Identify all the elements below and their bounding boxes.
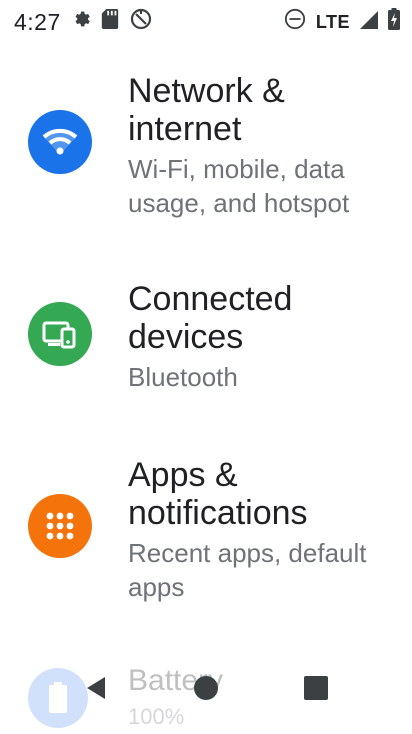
- title-line: notifications: [128, 494, 308, 532]
- status-left: 4:27: [14, 7, 153, 37]
- title-line: Connected: [128, 280, 293, 318]
- setting-apps-notifications-text: Apps & notifications Recent apps, defaul…: [128, 456, 392, 604]
- setting-title: Network & internet: [128, 72, 392, 148]
- subtitle-line: Wi-Fi, mobile, data: [128, 154, 345, 184]
- subtitle-line: usage, and hotspot: [128, 188, 350, 218]
- home-button[interactable]: [186, 670, 226, 710]
- setting-connected-devices-text: Connected devices Bluetooth: [128, 280, 392, 394]
- apps-grid-icon: [28, 494, 92, 558]
- subtitle-line: apps: [128, 572, 185, 602]
- back-icon: [81, 673, 111, 708]
- do-not-disturb-icon: [284, 8, 306, 36]
- status-bar: 4:27 LTE: [0, 0, 412, 44]
- setting-subtitle: Wi-Fi, mobile, data usage, and hotspot: [128, 152, 392, 220]
- network-type-label: LTE: [315, 11, 350, 32]
- title-line: internet: [128, 110, 242, 148]
- navigation-bar: [0, 648, 412, 732]
- setting-connected-devices[interactable]: Connected devices Bluetooth: [0, 280, 412, 400]
- setting-subtitle: Recent apps, default apps: [128, 536, 392, 604]
- title-line: Network &: [128, 72, 285, 110]
- recents-button[interactable]: [296, 670, 336, 710]
- status-right: LTE: [284, 8, 400, 36]
- devices-icon: [28, 302, 92, 366]
- settings-gear-icon: [71, 9, 91, 35]
- status-time: 4:27: [14, 8, 61, 35]
- setting-title: Apps & notifications: [128, 456, 392, 532]
- setting-network-internet-text: Network & internet Wi-Fi, mobile, data u…: [128, 72, 392, 220]
- sd-card-icon: [101, 9, 119, 35]
- battery-icon: [388, 8, 400, 36]
- title-line: Apps &: [128, 456, 238, 494]
- setting-network-internet[interactable]: Network & internet Wi-Fi, mobile, data u…: [0, 72, 412, 232]
- wifi-icon: [28, 110, 92, 174]
- back-button[interactable]: [76, 670, 116, 710]
- title-line: devices: [128, 318, 244, 356]
- sync-icon: [129, 7, 153, 37]
- setting-subtitle: Bluetooth: [128, 360, 392, 394]
- subtitle-line: Recent apps, default: [128, 538, 367, 568]
- setting-title: Connected devices: [128, 280, 392, 356]
- recents-icon: [303, 675, 329, 706]
- home-icon: [192, 674, 220, 707]
- subtitle-line: Bluetooth: [128, 362, 238, 392]
- signal-icon: [360, 9, 378, 35]
- setting-apps-notifications[interactable]: Apps & notifications Recent apps, defaul…: [0, 456, 412, 616]
